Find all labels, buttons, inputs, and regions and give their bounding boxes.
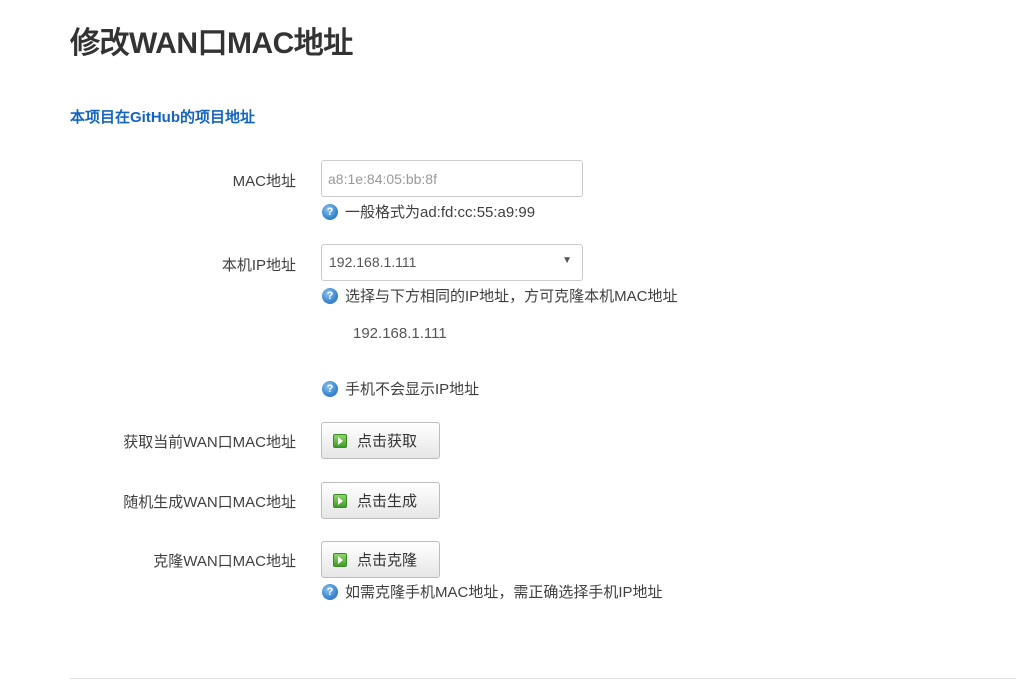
help-icon: ? [322,583,338,600]
get-current-mac-button-label: 点击获取 [357,433,418,450]
mac-address-label: MAC地址 [232,173,296,190]
get-current-mac-button[interactable]: 点击获取 [321,422,440,459]
local-ip-label: 本机IP地址 [221,257,296,274]
local-ip-select[interactable]: 192.168.1.111 ▼ [321,244,583,281]
help-icon: ? [322,203,338,220]
clone-phone-hint-text: 如需克隆手机MAC地址，需正确选择手机IP地址 [345,584,663,601]
clone-mac-button-label: 点击克隆 [357,552,418,569]
play-icon [333,433,347,448]
get-current-mac-label: 获取当前WAN口MAC地址 [123,434,296,451]
mac-format-hint: ? 一般格式为ad:fd:cc:55:a9:99 [322,201,535,222]
clone-phone-hint: ? 如需克隆手机MAC地址，需正确选择手机IP地址 [322,581,663,602]
detected-ip-value: 192.168.1.111 [353,325,447,342]
dropdown-arrow-icon: ▼ [562,255,572,266]
random-mac-label: 随机生成WAN口MAC地址 [123,494,296,511]
local-ip-selected-value: 192.168.1.111 [329,254,417,270]
clone-mac-label: 克隆WAN口MAC地址 [153,553,296,570]
play-icon [333,493,347,508]
phone-ip-hint-text: 手机不会显示IP地址 [345,381,480,398]
phone-ip-hint: ? 手机不会显示IP地址 [322,378,479,399]
help-icon: ? [322,380,338,397]
generate-random-mac-button-label: 点击生成 [357,493,418,510]
generate-random-mac-button[interactable]: 点击生成 [321,482,440,519]
play-icon [333,552,347,567]
page-title: 修改WAN口MAC地址 [70,27,353,60]
mac-address-input[interactable] [321,160,583,197]
ip-select-hint: ? 选择与下方相同的IP地址，方可克隆本机MAC地址 [322,285,678,306]
clone-mac-button[interactable]: 点击克隆 [321,541,440,578]
section-divider [70,678,1016,679]
github-project-link[interactable]: 本项目在GitHub的项目地址 [70,106,255,127]
ip-select-hint-text: 选择与下方相同的IP地址，方可克隆本机MAC地址 [345,288,678,305]
mac-format-hint-text: 一般格式为ad:fd:cc:55:a9:99 [345,204,536,221]
help-icon: ? [322,287,338,304]
